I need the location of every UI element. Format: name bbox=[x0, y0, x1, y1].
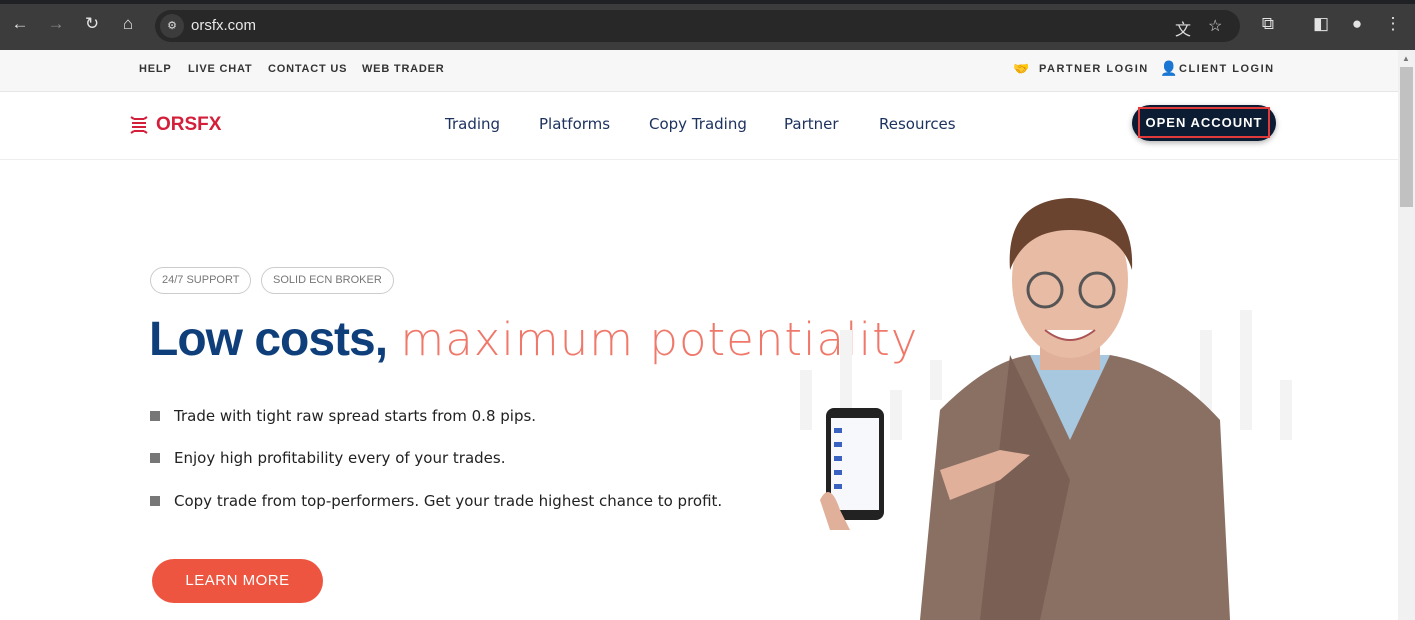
badge-ecn: SOLID ECN BROKER bbox=[261, 267, 394, 294]
scrollbar-thumb[interactable] bbox=[1400, 67, 1413, 207]
profile-icon[interactable]: ● bbox=[1346, 14, 1368, 34]
nav-trading[interactable]: Trading bbox=[445, 115, 500, 133]
translate-icon[interactable]: 文 bbox=[1175, 16, 1191, 40]
browser-toolbar: ← → ↻ ⌂ ⚙ orsfx.com 文 ☆ ⧉ ◧ ● ⋮ bbox=[0, 0, 1415, 50]
url-text[interactable]: orsfx.com bbox=[191, 17, 256, 34]
logo-icon bbox=[130, 116, 148, 134]
scroll-up-icon[interactable]: ▲ bbox=[1402, 54, 1410, 63]
learn-more-button[interactable]: LEARN MORE bbox=[152, 559, 323, 603]
logo[interactable]: ORSFX bbox=[128, 114, 221, 136]
open-account-label: OPEN ACCOUNT bbox=[1137, 107, 1271, 138]
nav-copy-trading[interactable]: Copy Trading bbox=[649, 115, 747, 133]
home-icon[interactable]: ⌂ bbox=[117, 14, 139, 34]
address-bar[interactable]: ⚙ orsfx.com 文 ☆ bbox=[155, 10, 1240, 42]
nav-resources[interactable]: Resources bbox=[879, 115, 956, 133]
site-info-icon[interactable]: ⚙ bbox=[160, 14, 184, 38]
hero-image bbox=[800, 198, 1292, 620]
bookmark-star-icon[interactable]: ☆ bbox=[1208, 16, 1222, 36]
feature-item: Copy trade from top-performers. Get your… bbox=[150, 492, 722, 510]
client-login-link[interactable]: CLIENT LOGIN bbox=[1179, 63, 1275, 75]
reload-icon[interactable]: ↻ bbox=[81, 14, 103, 34]
contact-us-link[interactable]: CONTACT US bbox=[268, 63, 347, 75]
nav-platforms[interactable]: Platforms bbox=[539, 115, 610, 133]
badge-support: 24/7 SUPPORT bbox=[150, 267, 252, 294]
user-icon: 👤 bbox=[1160, 60, 1178, 76]
partner-login-link[interactable]: PARTNER LOGIN bbox=[1039, 63, 1149, 75]
bullet-icon bbox=[150, 453, 160, 463]
web-trader-link[interactable]: WEB TRADER bbox=[362, 63, 445, 75]
feature-item: Enjoy high profitability every of your t… bbox=[150, 449, 506, 467]
top-utility-bar: HELP LIVE CHAT CONTACT US WEB TRADER 🤝 P… bbox=[0, 50, 1398, 92]
bullet-icon bbox=[150, 496, 160, 506]
forward-icon[interactable]: → bbox=[45, 14, 67, 34]
scrollbar[interactable]: ▲ bbox=[1398, 50, 1415, 620]
logo-text: ORSFX bbox=[156, 114, 222, 135]
menu-icon[interactable]: ⋮ bbox=[1382, 14, 1404, 34]
feature-text: Enjoy high profitability every of your t… bbox=[174, 449, 506, 467]
back-icon[interactable]: ← bbox=[9, 14, 31, 34]
help-link[interactable]: HELP bbox=[139, 63, 172, 75]
bullet-icon bbox=[150, 411, 160, 421]
feature-item: Trade with tight raw spread starts from … bbox=[150, 407, 536, 425]
feature-text: Copy trade from top-performers. Get your… bbox=[174, 492, 723, 510]
feature-text: Trade with tight raw spread starts from … bbox=[174, 407, 537, 425]
nav-partner[interactable]: Partner bbox=[784, 115, 839, 133]
tab-strip bbox=[0, 0, 1415, 4]
hero-title-bold: Low costs, bbox=[149, 313, 388, 366]
open-account-button[interactable]: OPEN ACCOUNT bbox=[1132, 105, 1276, 141]
extensions-icon[interactable]: ⧉ bbox=[1257, 14, 1279, 34]
handshake-icon: 🤝 bbox=[1013, 61, 1030, 76]
live-chat-link[interactable]: LIVE CHAT bbox=[188, 63, 252, 75]
side-panel-icon[interactable]: ◧ bbox=[1310, 14, 1332, 34]
main-nav: ORSFX Trading Platforms Copy Trading Par… bbox=[0, 92, 1398, 160]
